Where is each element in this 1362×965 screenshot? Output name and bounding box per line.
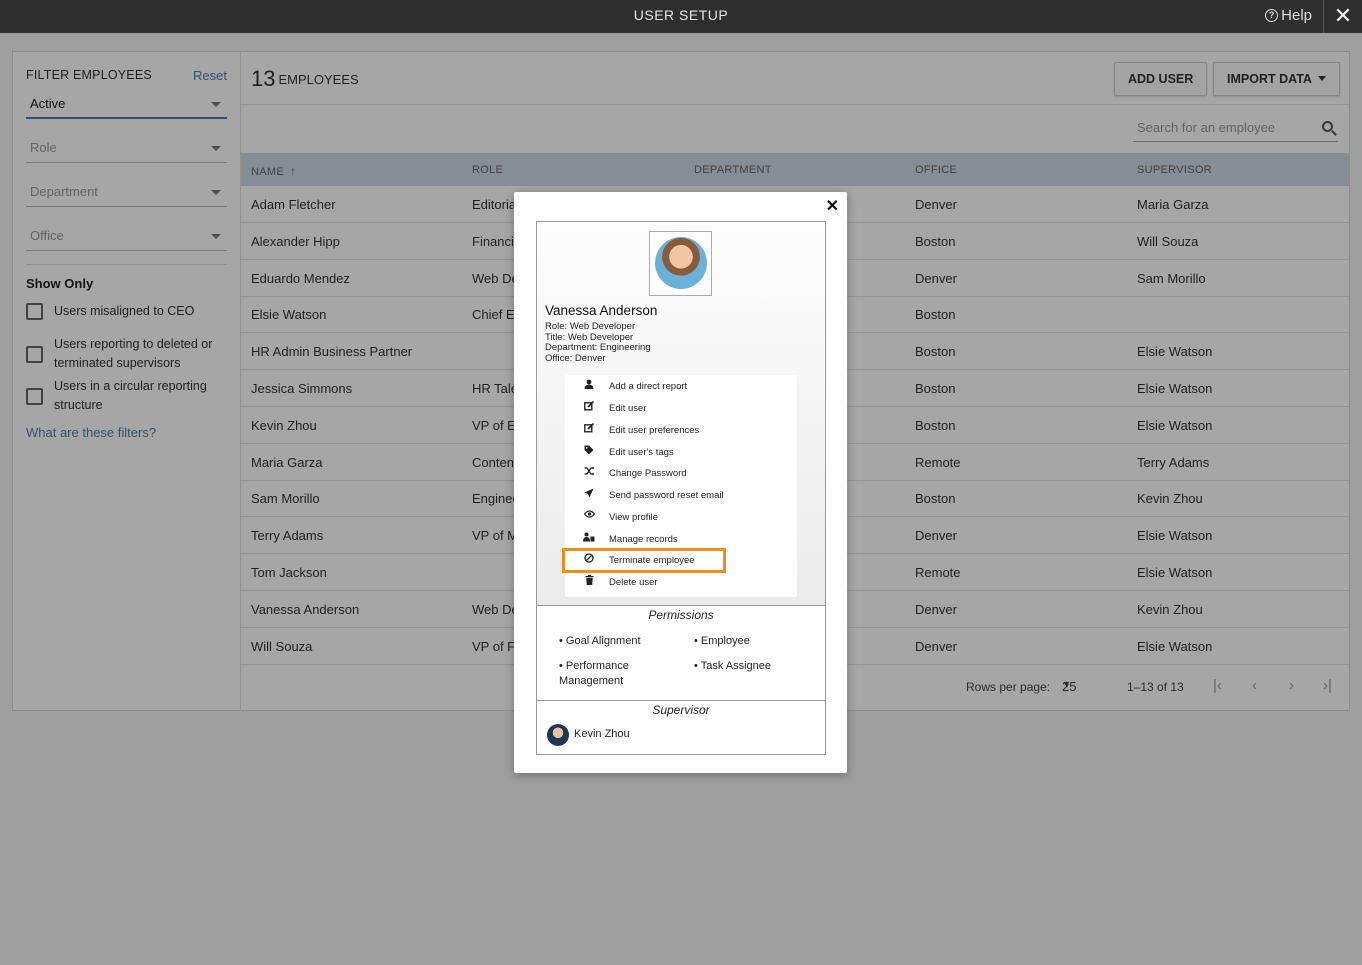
menu-item-edit-tags[interactable]: Edit user's tags [565, 443, 797, 463]
trash-icon [583, 575, 595, 588]
menu-item-label: Edit user preferences [609, 425, 700, 436]
menu-item-label: Edit user's tags [609, 447, 674, 458]
menu-item-label: Send password reset email [609, 490, 724, 501]
menu-item-label: Add a direct report [609, 381, 688, 392]
close-modal-icon[interactable]: ✕ [826, 196, 839, 216]
menu-item-label: Manage records [609, 534, 678, 545]
permission-item: • Performance Management [559, 660, 629, 687]
menu-item-delete-user[interactable]: Delete user [565, 573, 797, 593]
menu-item-change-password[interactable]: Change Password [565, 464, 797, 484]
edit-icon [583, 422, 595, 436]
user-action-modal: ✕ Vanessa Anderson Role: Web Developer T… [514, 192, 847, 773]
eye-icon [583, 510, 595, 521]
permission-item: • Task Assignee [694, 660, 772, 672]
help-icon: ? [1265, 9, 1279, 22]
records-icon [583, 532, 595, 545]
send-icon [583, 488, 595, 501]
help-label: Help [1281, 7, 1312, 24]
menu-item-add-direct-report[interactable]: Add a direct report [565, 377, 797, 397]
permission-item: • Goal Alignment [559, 635, 641, 647]
help-button[interactable]: ? Help [1265, 7, 1312, 24]
menu-item-manage-records[interactable]: Manage records [565, 530, 797, 550]
menu-item-label: Edit user [609, 403, 647, 414]
user-role: Role: Web Developer [545, 321, 636, 332]
menu-item-label: View profile [609, 512, 658, 523]
tags-icon [583, 445, 595, 458]
user-office: Office: Denver [545, 352, 606, 364]
section-divider [537, 700, 825, 701]
menu-item-label: Change Password [609, 468, 687, 479]
menu-item-terminate-employee[interactable]: Terminate employee [562, 548, 797, 573]
menu-item-send-reset-email[interactable]: Send password reset email [565, 486, 797, 506]
user-card: Vanessa Anderson Role: Web Developer Tit… [536, 221, 826, 755]
supervisor-heading: Supervisor [652, 703, 710, 717]
edit-icon [583, 400, 595, 414]
supervisor-avatar [547, 724, 569, 746]
menu-item-edit-user[interactable]: Edit user [565, 399, 797, 419]
shuffle-icon [583, 466, 595, 479]
menu-item-label: Delete user [609, 577, 658, 588]
user-department: Department: Engineering [545, 342, 651, 353]
close-window-button[interactable]: ✕ [1323, 0, 1362, 33]
avatar-frame [649, 231, 712, 296]
permissions-heading: Permissions [648, 608, 714, 622]
menu-item-view-profile[interactable]: View profile [565, 508, 797, 528]
permission-item: • Employee [694, 635, 750, 647]
action-menu: Add a direct report Edit user Edit user … [562, 375, 797, 597]
ban-icon [583, 553, 595, 566]
avatar [655, 237, 707, 289]
menu-item-edit-preferences[interactable]: Edit user preferences [565, 421, 797, 441]
person-icon [583, 379, 595, 392]
app-title: USER SETUP [633, 7, 729, 23]
menu-item-label: Terminate employee [609, 555, 695, 566]
user-details: Role: Web Developer Title: Web Developer… [545, 321, 651, 364]
top-bar: USER SETUP ? Help ✕ [0, 0, 1362, 33]
user-card-header: Vanessa Anderson Role: Web Developer Tit… [537, 222, 825, 606]
user-name: Vanessa Anderson [545, 303, 658, 318]
supervisor-name[interactable]: Kevin Zhou [574, 728, 630, 740]
